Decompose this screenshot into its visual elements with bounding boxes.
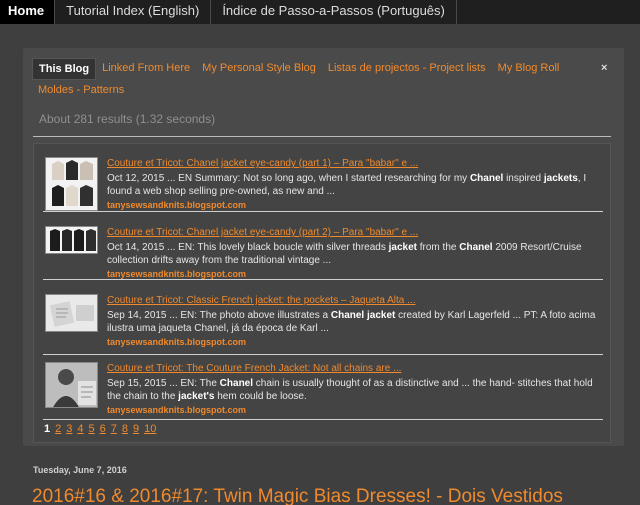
- page-4-link[interactable]: 4: [77, 423, 83, 435]
- divider: [43, 419, 603, 420]
- nav-tab-indice[interactable]: Índice de Passo-a-Passos (Português): [211, 0, 457, 24]
- result-url[interactable]: tanysewsandknits.blogspot.com: [107, 337, 246, 347]
- page-10-link[interactable]: 10: [144, 423, 156, 435]
- result-snippet: Sep 14, 2015 ... EN: The photo above ill…: [107, 310, 596, 334]
- nav-tab-home[interactable]: Home: [0, 0, 56, 24]
- search-tab-this-blog[interactable]: This Blog: [32, 58, 97, 80]
- result-snippet: Oct 14, 2015 ... EN: This lovely black b…: [107, 242, 582, 266]
- page-8-link[interactable]: 8: [122, 423, 128, 435]
- result-title-link[interactable]: Couture et Tricot: Classic French jacket…: [107, 295, 415, 306]
- search-tab-patterns[interactable]: Moldes - Patterns: [32, 80, 130, 100]
- search-tab-personal-style[interactable]: My Personal Style Blog: [196, 58, 322, 80]
- nav-tab-tutorial-index[interactable]: Tutorial Index (English): [55, 0, 212, 24]
- search-tab-blog-roll[interactable]: My Blog Roll: [492, 58, 566, 80]
- search-tab-project-lists[interactable]: Listas de projectos - Project lists: [322, 58, 492, 80]
- post-title-link[interactable]: 2016#16 & 2016#17: Twin Magic Bias Dress…: [32, 486, 563, 505]
- result-snippet: Oct 12, 2015 ... EN Summary: Not so long…: [107, 173, 587, 197]
- post-date: Tuesday, June 7, 2016: [33, 465, 127, 475]
- close-icon[interactable]: ×: [601, 62, 607, 74]
- page-5-link[interactable]: 5: [89, 423, 95, 435]
- page-9-link[interactable]: 9: [133, 423, 139, 435]
- result-snippet: Sep 15, 2015 ... EN: The Chanel chain is…: [107, 378, 593, 402]
- result-thumbnail[interactable]: [45, 157, 98, 211]
- result-url[interactable]: tanysewsandknits.blogspot.com: [107, 405, 246, 415]
- divider: [33, 136, 611, 137]
- page-2-link[interactable]: 2: [55, 423, 61, 435]
- search-tabs: This Blog Linked From Here My Personal S…: [32, 58, 617, 100]
- result-title-link[interactable]: Couture et Tricot: Chanel jacket eye-can…: [107, 227, 418, 238]
- top-nav: Home Tutorial Index (English) Índice de …: [0, 0, 640, 24]
- result-title-link[interactable]: Couture et Tricot: The Couture French Ja…: [107, 363, 401, 374]
- pagination: 1 2 3 4 5 6 7 8 9 10: [44, 423, 156, 435]
- page-7-link[interactable]: 7: [111, 423, 117, 435]
- page-1: 1: [44, 423, 51, 435]
- page-6-link[interactable]: 6: [100, 423, 106, 435]
- result-url[interactable]: tanysewsandknits.blogspot.com: [107, 269, 246, 279]
- results-list: Couture et Tricot: Chanel jacket eye-can…: [33, 143, 611, 443]
- result-url[interactable]: tanysewsandknits.blogspot.com: [107, 200, 246, 210]
- result-thumbnail[interactable]: [45, 294, 98, 332]
- result-count: About 281 results (1.32 seconds): [39, 112, 216, 126]
- divider: [43, 211, 603, 212]
- result-title-link[interactable]: Couture et Tricot: Chanel jacket eye-can…: [107, 158, 418, 169]
- result-thumbnail[interactable]: [45, 362, 98, 408]
- divider: [43, 279, 603, 280]
- search-tab-linked-from-here[interactable]: Linked From Here: [96, 58, 196, 80]
- divider: [43, 354, 603, 355]
- result-thumbnail[interactable]: [45, 226, 98, 254]
- page-3-link[interactable]: 3: [66, 423, 72, 435]
